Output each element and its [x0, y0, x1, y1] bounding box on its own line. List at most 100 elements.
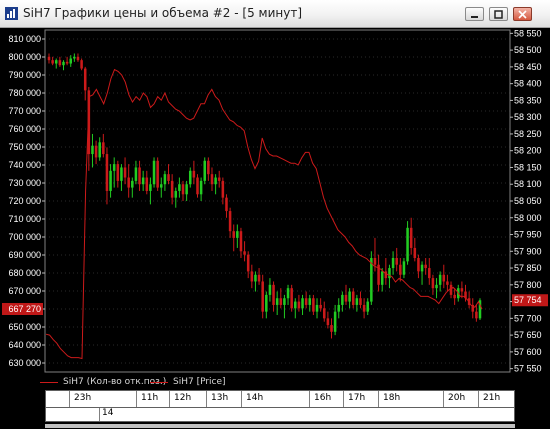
legend-swatch-price	[150, 381, 168, 383]
candle-body	[254, 274, 257, 282]
candle-body	[413, 247, 417, 258]
time-separator	[69, 391, 70, 407]
candle-body	[145, 177, 149, 191]
candle-body	[80, 60, 83, 69]
candle-body	[76, 56, 80, 61]
chart-area[interactable]: 810 000 800 000 790 000 780 000 770 000 760 0…	[0, 28, 550, 429]
left-axis-tick: 670 000	[8, 286, 41, 296]
candle-body	[188, 170, 192, 185]
candle-body	[402, 261, 406, 275]
right-axis-tick: 58 400	[514, 79, 542, 89]
candle-body	[192, 170, 196, 178]
right-axis-tick: 58 150	[514, 162, 542, 172]
right-axis-tick: 57 600	[514, 347, 542, 357]
time-separator	[309, 391, 310, 407]
time-tick-label: 17h	[348, 393, 366, 403]
candle-body	[228, 211, 232, 232]
left-axis-tick: 810 000	[8, 34, 41, 44]
left-axis-tick: 640 000	[8, 340, 41, 350]
left-axis-tick: 780 000	[8, 88, 41, 98]
candle-body	[112, 164, 116, 171]
candle-body	[435, 284, 438, 289]
minimize-button[interactable]	[465, 7, 484, 21]
horizontal-scrollbar[interactable]	[45, 424, 515, 428]
left-axis-tick: 770 000	[8, 106, 41, 116]
restore-icon	[494, 9, 503, 19]
candle-body	[203, 160, 207, 181]
candle-body	[134, 167, 138, 181]
date-axis[interactable]: 14	[45, 408, 515, 422]
time-axis[interactable]: 23h 11h 12h 13h 14h 16h 17h 18h 20h 21h	[45, 390, 515, 408]
close-button[interactable]	[513, 7, 532, 21]
candle-body	[362, 304, 366, 312]
candle-body	[217, 177, 221, 181]
candle-body	[337, 304, 341, 312]
candle-body	[138, 167, 141, 185]
candle-body	[120, 167, 123, 181]
left-axis-tick: 690 000	[8, 250, 41, 260]
right-axis-tick: 58 500	[514, 45, 542, 55]
candle-body	[446, 281, 449, 285]
time-separator	[136, 391, 137, 407]
left-axis-tick: 630 000	[8, 358, 41, 368]
right-axis-tick: 57 700	[514, 313, 542, 323]
window-title: SiH7 Графики цены и объема #2 - [5 минут…	[23, 6, 303, 20]
date-tick-label: 14	[102, 408, 114, 418]
candle-body	[199, 180, 203, 195]
candle-body	[431, 278, 435, 289]
candle-body	[388, 268, 391, 279]
legend-swatch-oi	[40, 381, 58, 383]
time-separator	[443, 391, 444, 407]
time-separator	[478, 391, 479, 407]
candle-body	[185, 184, 188, 195]
price-oi-chart[interactable]: 810 000 800 000 790 000 780 000 770 000 760 0…	[0, 28, 550, 374]
candle-body	[246, 254, 250, 272]
right-axis-tick: 58 300	[514, 112, 542, 122]
candle-body	[409, 227, 413, 248]
left-axis-tick: 680 000	[8, 268, 41, 278]
candle-body	[315, 304, 319, 312]
title-bar[interactable]: SiH7 Графики цены и объема #2 - [5 минут…	[0, 0, 550, 28]
candle-body	[380, 271, 384, 285]
right-axis-tick: 57 800	[514, 280, 542, 290]
candle-body	[167, 174, 170, 181]
candle-body	[265, 294, 268, 312]
candle-body	[449, 284, 453, 295]
restore-button[interactable]	[489, 7, 508, 21]
candle-body	[181, 184, 185, 195]
candle-body	[141, 177, 145, 185]
left-axis-tick: 800 000	[8, 52, 41, 62]
candle-body	[73, 56, 76, 59]
left-axis-tick: 650 000	[8, 322, 41, 332]
time-tick-label: 14h	[246, 393, 264, 403]
candle-body	[322, 308, 326, 319]
time-tick-label: 20h	[448, 393, 466, 403]
left-axis-tick: 790 000	[8, 70, 41, 80]
time-separator	[206, 391, 207, 407]
candle-body	[116, 164, 120, 181]
candle-body	[290, 288, 293, 309]
candle-body	[91, 145, 94, 155]
candle-body	[384, 271, 388, 279]
candle-body	[94, 145, 98, 158]
candle-body	[294, 301, 297, 309]
legend-item-price: SiH7 [Price]	[150, 377, 226, 387]
time-tick-label: 18h	[383, 393, 401, 403]
candle-body	[286, 288, 290, 299]
candle-body	[160, 184, 163, 188]
time-tick-label: 16h	[314, 393, 332, 403]
candle-body	[348, 291, 351, 302]
candle-body	[304, 298, 308, 305]
date-separator	[99, 408, 100, 421]
open-interest-line	[45, 68, 483, 360]
minimize-icon	[471, 15, 478, 18]
legend-label-price: SiH7 [Price]	[173, 377, 226, 387]
candle-body	[257, 274, 261, 282]
candle-body	[460, 288, 464, 292]
candle-body	[399, 264, 402, 275]
candle-body	[102, 142, 105, 155]
candle-body	[69, 58, 72, 64]
candle-body	[420, 264, 424, 272]
candle-body	[58, 60, 62, 66]
candle-body	[250, 271, 254, 282]
